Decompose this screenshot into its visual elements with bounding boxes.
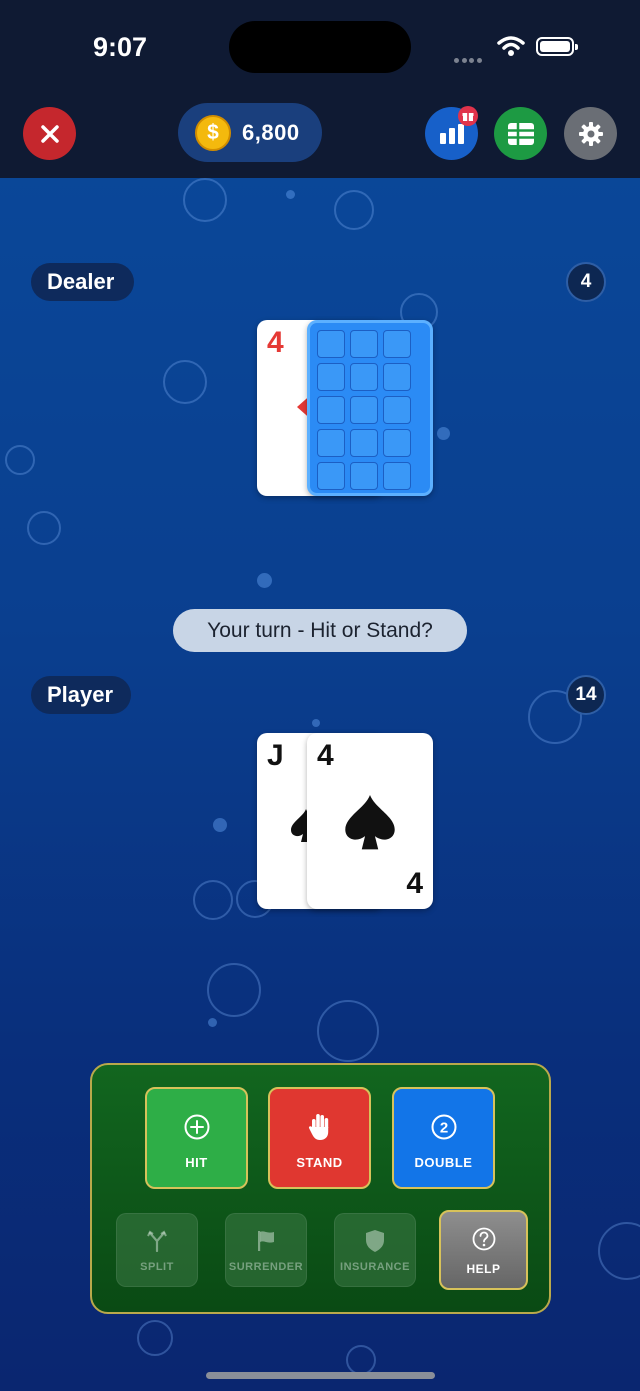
stand-button[interactable]: STAND: [268, 1087, 371, 1189]
bubble-decoration: [27, 511, 61, 545]
split-arrows-icon: [147, 1230, 167, 1252]
hit-label: HIT: [185, 1155, 208, 1170]
question-circle-icon: [472, 1227, 495, 1251]
card-rank: 4: [317, 739, 334, 772]
coin-amount: 6,800: [242, 119, 300, 145]
gift-icon: [458, 106, 478, 126]
player-label: Player: [31, 676, 131, 714]
bubble-decoration: [437, 427, 450, 440]
dealer-card-2-facedown: [307, 320, 433, 496]
bar-chart-icon: [439, 123, 464, 144]
bubble-decoration: [598, 1222, 640, 1280]
bubble-decoration: [5, 445, 35, 475]
double-button[interactable]: 2 DOUBLE: [392, 1087, 495, 1189]
bubble-decoration: [183, 178, 227, 222]
dynamic-island: [229, 21, 411, 73]
bubble-decoration: [213, 818, 227, 832]
player-score: 14: [566, 675, 606, 715]
flag-icon: [258, 1231, 274, 1251]
bubble-decoration: [163, 360, 207, 404]
player-card-2: 4 4: [307, 733, 433, 909]
surrender-button[interactable]: SURRENDER: [225, 1213, 307, 1287]
close-icon: [40, 124, 59, 143]
card-rank: 4: [267, 326, 284, 359]
number-2-circle-icon: 2: [431, 1114, 456, 1140]
help-label: HELP: [466, 1262, 501, 1276]
stand-label: STAND: [296, 1155, 343, 1170]
gear-icon: [578, 121, 603, 146]
hand-stop-icon: [308, 1114, 328, 1140]
bubble-decoration: [193, 880, 233, 920]
plus-circle-icon: [184, 1114, 209, 1140]
shield-icon: [366, 1230, 384, 1252]
battery-icon: [536, 37, 578, 56]
bubble-decoration: [257, 573, 272, 588]
spade-suit-icon: [345, 795, 395, 850]
table-button[interactable]: [494, 107, 547, 160]
wifi-icon: [497, 36, 525, 56]
bubble-decoration: [286, 190, 295, 199]
card-back-pattern: [317, 330, 423, 490]
card-rank-bottom: 4: [406, 867, 423, 900]
help-button[interactable]: HELP: [439, 1210, 528, 1290]
dealer-score: 4: [566, 262, 606, 302]
insurance-button[interactable]: INSURANCE: [334, 1213, 416, 1287]
bubble-decoration: [346, 1345, 376, 1375]
turn-message: Your turn - Hit or Stand?: [173, 609, 467, 652]
cellular-signal-icon: [454, 50, 486, 63]
status-time: 9:07: [93, 32, 148, 62]
bubble-decoration: [312, 719, 320, 727]
card-rank: J: [267, 739, 284, 772]
svg-text:2: 2: [439, 1120, 447, 1137]
home-indicator[interactable]: [206, 1372, 435, 1379]
double-label: DOUBLE: [414, 1155, 473, 1170]
surrender-label: SURRENDER: [228, 1261, 304, 1273]
insurance-label: INSURANCE: [340, 1261, 410, 1273]
split-button[interactable]: SPLIT: [116, 1213, 198, 1287]
bubble-decoration: [137, 1320, 173, 1356]
coin-balance: $ 6,800: [178, 103, 322, 162]
dealer-label: Dealer: [31, 263, 134, 301]
close-button[interactable]: [23, 107, 76, 160]
bubble-decoration: [207, 963, 261, 1017]
bubble-decoration: [208, 1018, 217, 1027]
coin-icon: $: [195, 114, 231, 151]
settings-button[interactable]: [564, 107, 617, 160]
bubble-decoration: [334, 190, 374, 230]
bubble-decoration: [317, 1000, 379, 1062]
table-grid-icon: [507, 122, 534, 145]
split-label: SPLIT: [140, 1261, 174, 1273]
hit-button[interactable]: HIT: [145, 1087, 248, 1189]
